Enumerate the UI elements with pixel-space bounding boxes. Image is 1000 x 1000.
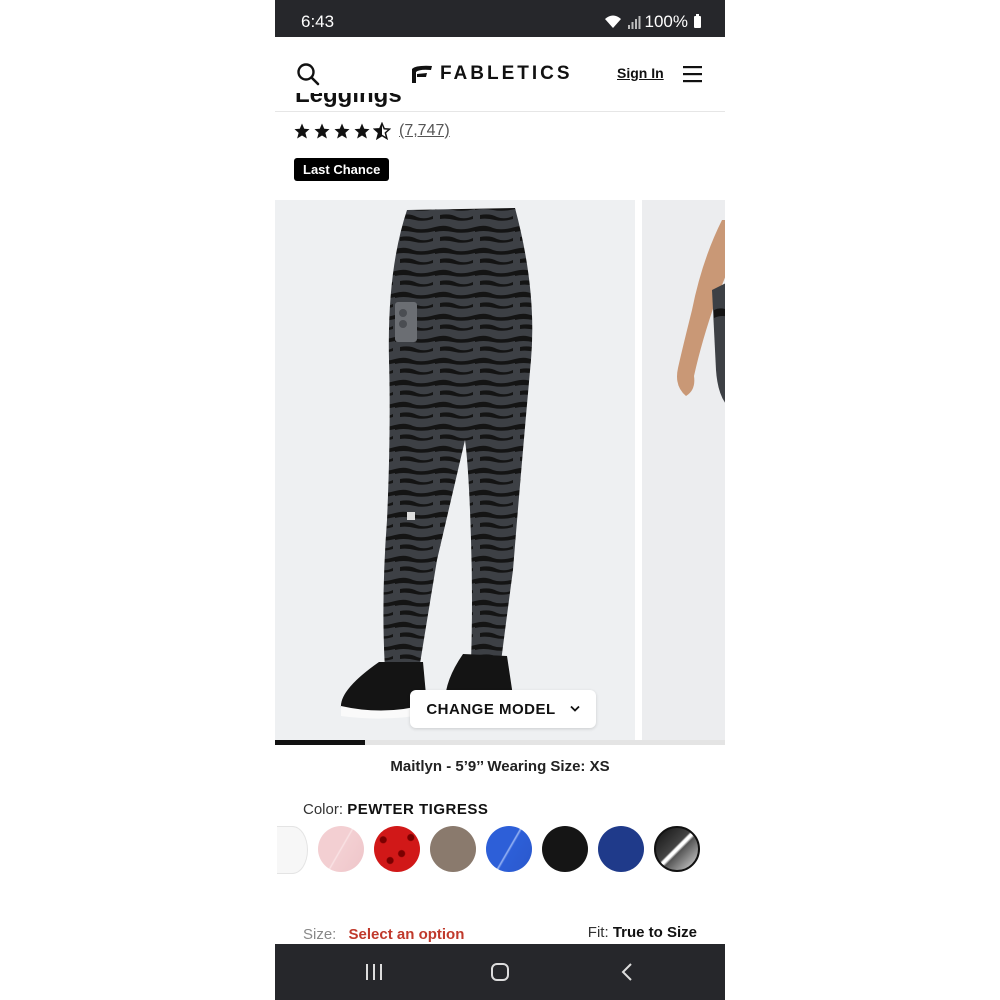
- search-icon[interactable]: [296, 62, 320, 86]
- product-image-next[interactable]: [642, 200, 725, 740]
- change-model-label: CHANGE MODEL: [426, 700, 556, 718]
- status-indicators: 100%: [603, 12, 701, 32]
- battery-percent: 100%: [644, 12, 688, 31]
- product-title-text: Leggings: [295, 93, 402, 108]
- chevron-down-icon: [570, 705, 580, 712]
- last-chance-badge: Last Chance: [294, 158, 390, 181]
- product-rating[interactable]: (7,747): [293, 122, 450, 140]
- review-count-link[interactable]: (7,747): [399, 122, 450, 140]
- change-model-button[interactable]: CHANGE MODEL: [410, 690, 596, 728]
- fit-label: Fit:: [587, 924, 609, 941]
- color-swatch-bright-blue[interactable]: [486, 826, 532, 872]
- color-selection-label: Color: PEWTER TIGRESS: [303, 801, 488, 818]
- size-label: Size:: [303, 926, 337, 943]
- recent-apps-button[interactable]: [363, 958, 385, 986]
- back-icon: [621, 963, 632, 981]
- model-info: Maitlyn - 5’9’’ Wearing Size: XS: [390, 758, 610, 775]
- status-bar: 6:43 100%: [275, 0, 725, 37]
- color-swatch-red-print[interactable]: [374, 826, 420, 872]
- menu-icon[interactable]: [683, 65, 702, 83]
- back-button[interactable]: [617, 958, 637, 986]
- product-image[interactable]: CHANGE MODEL: [275, 200, 635, 740]
- product-image-carousel[interactable]: CHANGE MODEL: [275, 200, 725, 745]
- android-nav-bar: [275, 944, 725, 1000]
- product-title: Leggings: [295, 93, 415, 111]
- phone-screen: 6:43 100% FABLETICS Sign In Leggings (7,…: [275, 0, 725, 1000]
- signal-icon: [627, 16, 641, 29]
- home-button[interactable]: [488, 958, 512, 986]
- carousel-progress-fill: [275, 740, 365, 745]
- fabletics-f-icon: [412, 65, 432, 83]
- brand-logo[interactable]: FABLETICS: [410, 63, 573, 85]
- color-swatch-light-pink[interactable]: [318, 826, 364, 872]
- fit-value: True to Size: [612, 924, 697, 941]
- model-arm-image: [677, 220, 725, 403]
- sign-in-link[interactable]: Sign In: [617, 65, 664, 81]
- color-swatch-white[interactable]: [277, 826, 308, 874]
- star-icon: [294, 123, 310, 139]
- star-icon: [354, 123, 370, 139]
- size-selector[interactable]: Size: Select an option: [303, 926, 464, 943]
- color-swatches: [275, 826, 725, 876]
- recent-apps-icon: [366, 964, 382, 980]
- color-swatch-taupe[interactable]: [430, 826, 476, 872]
- carousel-progress: [275, 740, 725, 745]
- color-label: Color:: [303, 801, 344, 818]
- wifi-icon: [604, 15, 621, 28]
- battery-icon: [694, 14, 701, 28]
- star-icon: [314, 123, 330, 139]
- half-star-icon: [373, 122, 391, 140]
- status-time: 6:43: [301, 12, 335, 31]
- star-icon: [334, 123, 350, 139]
- color-swatch-black[interactable]: [542, 826, 588, 872]
- home-icon: [491, 963, 509, 981]
- color-swatch-navy[interactable]: [598, 826, 644, 872]
- size-select-prompt[interactable]: Select an option: [349, 926, 465, 943]
- color-swatch-pewter-tigress[interactable]: [654, 826, 700, 872]
- leggings-model-image: [340, 208, 533, 719]
- brand-name: FABLETICS: [440, 63, 573, 84]
- fit-info: Fit: True to Size: [588, 924, 697, 941]
- selected-color-name: PEWTER TIGRESS: [347, 801, 489, 818]
